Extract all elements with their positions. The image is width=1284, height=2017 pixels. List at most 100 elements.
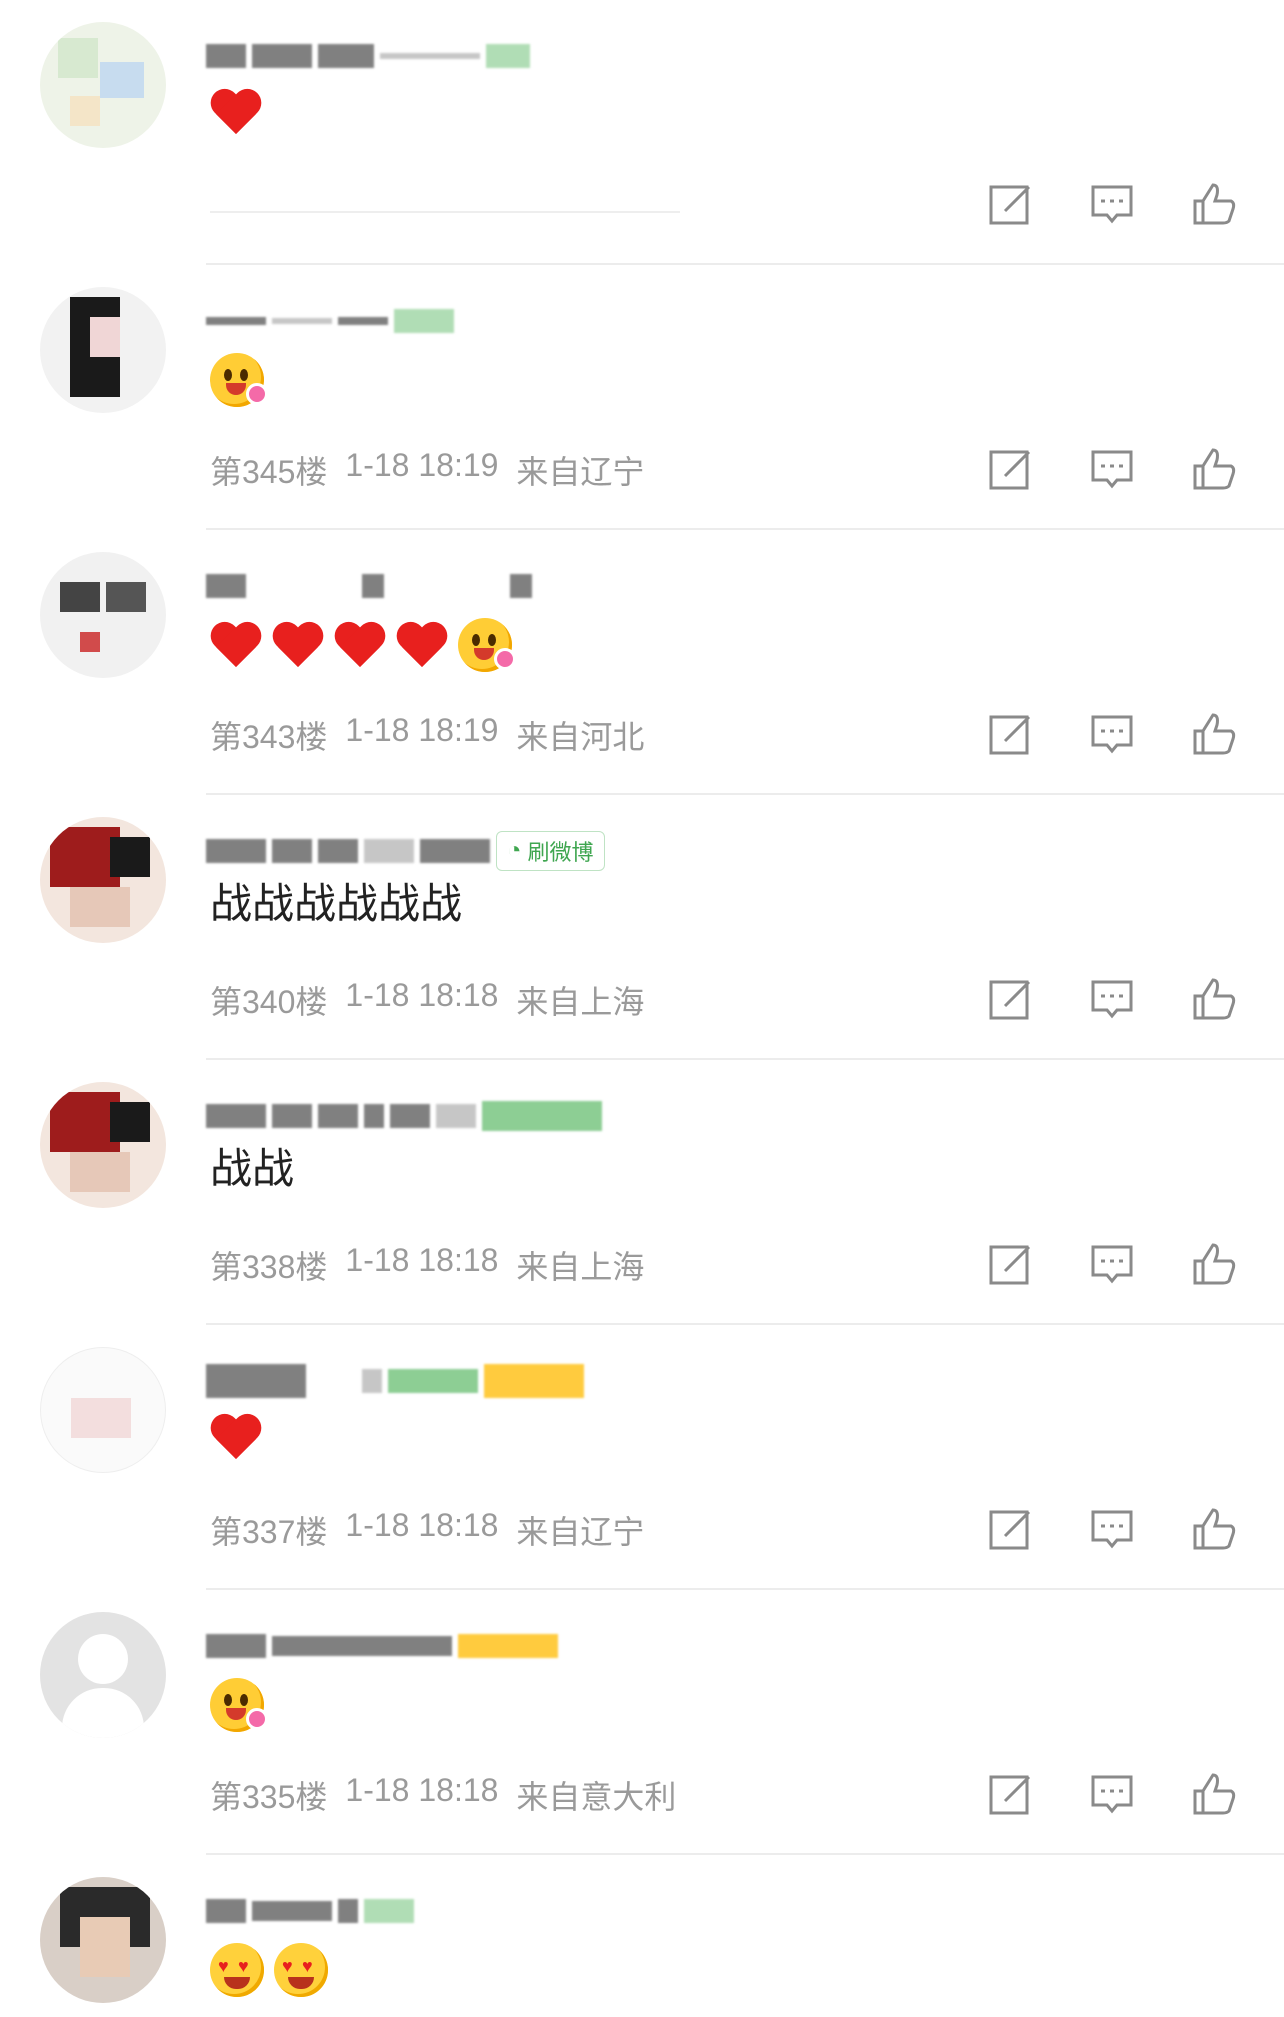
location: 来自上海 xyxy=(516,1249,645,1285)
comment-feed: 第345楼 1-18 18:19 来自辽宁 第343楼 1-18 18:19 来… xyxy=(0,0,1284,2017)
username-row[interactable] xyxy=(206,1893,414,1929)
blurred-username xyxy=(206,1364,306,1398)
comment-meta: 第343楼 1-18 18:19 来自河北 xyxy=(210,712,644,758)
username-row[interactable] xyxy=(206,568,532,604)
comment-actions xyxy=(980,174,1244,234)
like-button[interactable] xyxy=(1184,174,1244,234)
blurred-username xyxy=(362,574,384,598)
blurred-username xyxy=(252,44,312,68)
comment-content xyxy=(210,1413,272,1461)
comment-button[interactable] xyxy=(1082,439,1142,499)
avatar[interactable] xyxy=(40,1347,166,1473)
blurred-vip-badge xyxy=(458,1634,558,1658)
compose-button[interactable] xyxy=(980,704,1040,764)
comment-button[interactable] xyxy=(1082,969,1142,1029)
avatar[interactable] xyxy=(40,1612,166,1738)
timestamp: 1-18 18:18 xyxy=(345,977,499,1013)
avatar[interactable] xyxy=(40,1082,166,1208)
like-button[interactable] xyxy=(1184,1234,1244,1294)
comment-item xyxy=(0,0,1284,265)
flower-face-emoji-icon xyxy=(210,1678,268,1732)
weibo-icon: ◔ xyxy=(507,837,522,864)
comment-icon xyxy=(1091,715,1133,754)
comment-icon xyxy=(1091,185,1133,224)
comment-item: 第343楼 1-18 18:19 来自河北 xyxy=(0,530,1284,795)
compose-button[interactable] xyxy=(980,1499,1040,1559)
badge-label: 刷微博 xyxy=(527,840,594,865)
username-row[interactable] xyxy=(206,303,454,339)
compose-button[interactable] xyxy=(980,1234,1040,1294)
compose-icon xyxy=(989,450,1031,490)
username-row[interactable] xyxy=(206,1628,558,1664)
comment-icon xyxy=(1091,450,1133,489)
comment-item: ◔ 刷微博 战战战战战战 第340楼 1-18 18:18 来自上海 xyxy=(0,795,1284,1060)
compose-button[interactable] xyxy=(980,969,1040,1029)
compose-icon xyxy=(989,715,1031,755)
comment-meta-obscured xyxy=(210,211,680,213)
comment-meta: 第345楼 1-18 18:19 来自辽宁 xyxy=(210,447,644,493)
comment-actions xyxy=(980,1234,1244,1294)
like-button[interactable] xyxy=(1184,969,1244,1029)
comment-content xyxy=(210,353,274,407)
avatar[interactable] xyxy=(40,1877,166,2003)
blurred-username xyxy=(272,1104,312,1128)
comment-button[interactable] xyxy=(1082,1234,1142,1294)
flower-face-emoji-icon xyxy=(210,353,268,407)
comment-button[interactable] xyxy=(1082,1499,1142,1559)
comment-button[interactable] xyxy=(1082,704,1142,764)
blurred-username xyxy=(252,1901,332,1921)
floor-number: 第340楼 xyxy=(210,984,328,1020)
red-heart-emoji-icon xyxy=(210,1413,262,1461)
avatar[interactable] xyxy=(40,552,166,678)
comment-item: 第345楼 1-18 18:19 来自辽宁 xyxy=(0,265,1284,530)
blurred-badge xyxy=(482,1101,602,1131)
comment-actions xyxy=(980,439,1244,499)
like-button[interactable] xyxy=(1184,1764,1244,1824)
blurred-username xyxy=(206,1104,266,1128)
timestamp: 1-18 18:19 xyxy=(345,712,499,748)
blurred-username xyxy=(206,574,246,598)
like-icon xyxy=(1193,1508,1236,1550)
like-button[interactable] xyxy=(1184,704,1244,764)
comment-item: 第337楼 1-18 18:18 来自辽宁 xyxy=(0,1325,1284,1590)
compose-button[interactable] xyxy=(980,439,1040,499)
comment-button[interactable] xyxy=(1082,1764,1142,1824)
comment-icon xyxy=(1091,980,1133,1019)
blurred-username xyxy=(364,1104,384,1128)
comment-item: 战战 第338楼 1-18 18:18 来自上海 xyxy=(0,1060,1284,1325)
heart-eyes-emoji-icon: ♥ ♥ xyxy=(274,1943,328,1997)
weibo-badge[interactable]: ◔ 刷微博 xyxy=(496,831,605,871)
compose-button[interactable] xyxy=(980,174,1040,234)
location: 来自辽宁 xyxy=(516,1514,645,1550)
like-button[interactable] xyxy=(1184,439,1244,499)
blurred-username xyxy=(338,317,388,325)
username-row[interactable]: ◔ 刷微博 xyxy=(206,831,605,871)
like-button[interactable] xyxy=(1184,1499,1244,1559)
compose-icon xyxy=(989,1775,1031,1815)
username-row[interactable] xyxy=(206,1363,584,1399)
blurred-username xyxy=(272,1636,452,1656)
blurred-badge xyxy=(364,1899,414,1923)
red-heart-emoji-icon xyxy=(396,621,448,669)
comment-icon xyxy=(1091,1775,1133,1814)
comment-item: 第335楼 1-18 18:18 来自意大利 xyxy=(0,1590,1284,1855)
compose-button[interactable] xyxy=(980,1764,1040,1824)
avatar[interactable] xyxy=(40,817,166,943)
location: 来自河北 xyxy=(516,719,645,755)
blurred-badge xyxy=(394,309,454,333)
comment-button[interactable] xyxy=(1082,174,1142,234)
avatar[interactable] xyxy=(40,287,166,413)
username-row[interactable] xyxy=(206,1098,602,1134)
blurred-username xyxy=(272,839,312,863)
comment-content xyxy=(210,1678,274,1732)
blurred-username xyxy=(364,839,414,863)
comment-content: 战战战战战战 xyxy=(210,883,462,925)
blurred-username xyxy=(318,44,374,68)
red-heart-emoji-icon xyxy=(210,621,262,669)
red-heart-emoji-icon xyxy=(334,621,386,669)
floor-number: 第345楼 xyxy=(210,454,328,490)
avatar[interactable] xyxy=(40,22,166,148)
username-row[interactable] xyxy=(206,38,530,74)
compose-icon xyxy=(989,1245,1031,1285)
comment-actions xyxy=(980,1764,1244,1824)
